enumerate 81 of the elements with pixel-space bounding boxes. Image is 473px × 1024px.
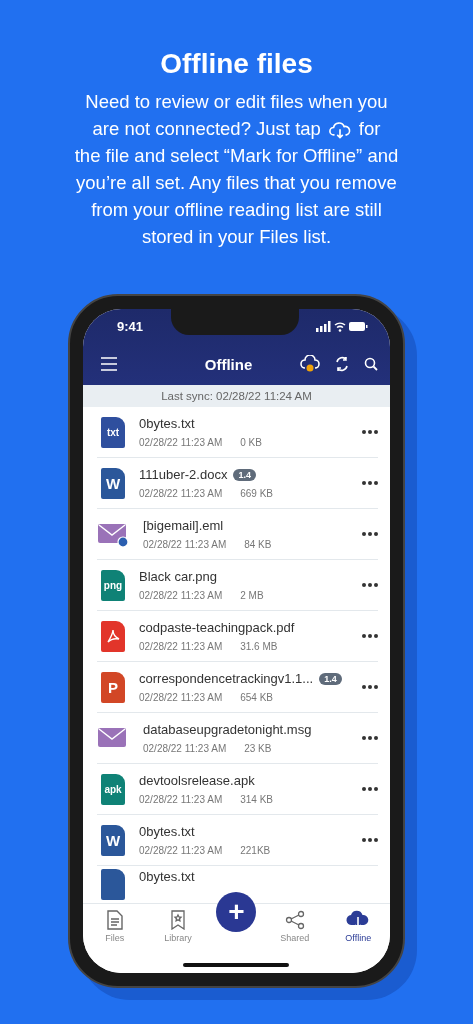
file-row[interactable]: W 0bytes.txt 02/28/22 11:23 AM 221KB (97, 815, 378, 866)
nav-tab[interactable]: Files (89, 910, 140, 950)
description-text: you’re all set. Any files that you remove (76, 172, 397, 193)
more-icon[interactable] (362, 532, 378, 536)
share-icon (284, 910, 305, 930)
more-icon[interactable] (362, 787, 378, 791)
file-name: databaseupgradetonight.msg (143, 722, 312, 737)
file-row[interactable]: txt 0bytes.txt 02/28/22 11:23 AM 0 KB (97, 407, 378, 458)
description-text: from your offline reading list are still (91, 199, 382, 220)
file-size: 84 KB (244, 539, 272, 550)
file-name: 111uber-2.docx (139, 467, 228, 482)
file-date: 02/28/22 11:23 AM (139, 692, 223, 703)
file-name: Black car.png (139, 569, 218, 584)
file-row[interactable]: databaseupgradetonight.msg 02/28/22 11:23 AM 23 KB (97, 713, 378, 764)
document-icon (105, 910, 124, 930)
last-sync-bar: Last sync: 02/28/22 11:24 AM (83, 385, 390, 407)
file-size: 23 KB (244, 743, 272, 754)
version-badge: 1.4 (319, 672, 342, 685)
file-name: codpaste-teachingpack.pdf (139, 620, 295, 635)
word-file-icon (101, 869, 125, 900)
file-date: 02/28/22 11:23 AM (139, 794, 223, 805)
word-file-icon: W (101, 467, 125, 499)
png-file-icon: png (101, 569, 125, 601)
ppt-file-icon: P (101, 671, 125, 703)
sync-icon[interactable] (334, 356, 350, 372)
version-badge: 1.4 (233, 468, 256, 481)
file-row[interactable]: png Black car.png 02/28/22 11:23 AM 2 MB (97, 560, 378, 611)
file-row[interactable]: apk devtoolsrelease.apk 02/28/22 11:23 AM 314 KB (97, 764, 378, 815)
file-date: 02/28/22 11:23 AM (139, 641, 223, 652)
file-date: 02/28/22 11:23 AM (139, 488, 223, 499)
file-name: 0bytes.txt (139, 416, 195, 431)
file-row[interactable]: [bigemail].eml 02/28/22 11:23 AM 84 KB (97, 509, 378, 560)
toolbar-title: Offline (203, 355, 254, 373)
bookmark-star-icon (170, 910, 187, 930)
status-time: 9:41 (117, 318, 144, 334)
nav-tab[interactable]: Shared (269, 910, 320, 950)
file-size: 654 KB (240, 692, 274, 703)
file-row[interactable]: P correspondencetrackingv1.1... 1.4 02/28/22 11:23 AM 654 KB (97, 662, 378, 713)
file-row[interactable]: codpaste-teachingpack.pdf 02/28/22 11:23 AM 31.6 MB (97, 611, 378, 662)
nav-tab[interactable]: Offline (333, 910, 384, 950)
file-size: 2 MB (240, 590, 264, 601)
file-size: 221KB (240, 845, 271, 856)
file-date: 02/28/22 11:23 AM (139, 845, 223, 856)
more-icon[interactable] (362, 685, 378, 689)
file-row[interactable]: W 111uber-2.docx 1.4 02/28/22 11:23 AM 669 KB (97, 458, 378, 509)
more-icon[interactable] (362, 430, 378, 434)
more-icon[interactable] (362, 736, 378, 740)
file-date: 02/28/22 11:23 AM (139, 590, 223, 601)
file-name: 0bytes.txt (139, 869, 195, 884)
txt-file-icon: txt (101, 416, 125, 448)
description-text: stored in your Files list. (141, 226, 332, 247)
file-name: devtoolsrelease.apk (139, 773, 255, 788)
file-date: 02/28/22 11:23 AM (139, 437, 223, 448)
file-size: 669 KB (240, 488, 274, 499)
search-icon[interactable] (364, 357, 378, 371)
file-size: 0 KB (240, 437, 262, 448)
more-icon[interactable] (362, 583, 378, 587)
file-name: [bigemail].eml (143, 518, 224, 533)
nav-tab[interactable]: Library (153, 910, 204, 950)
file-date: 02/28/22 11:23 AM (143, 743, 227, 754)
cloud-badge-icon[interactable] (300, 355, 320, 373)
file-date: 02/28/22 11:23 AM (143, 539, 227, 550)
file-size: 314 KB (240, 794, 274, 805)
more-icon[interactable] (362, 481, 378, 485)
description-text: for (358, 118, 381, 139)
description-text: Need to review or edit files when you (85, 91, 388, 112)
cloud-download-icon (328, 121, 351, 139)
more-icon[interactable] (362, 634, 378, 638)
status-icons (316, 320, 368, 332)
pdf-file-icon (101, 620, 125, 652)
file-name: 0bytes.txt (139, 824, 195, 839)
file-size: 31.6 MB (240, 641, 278, 652)
apk-file-icon: apk (101, 773, 125, 805)
word-file-icon: W (101, 824, 125, 856)
description-text: are not connected? Just tap (92, 118, 321, 139)
file-name: correspondencetrackingv1.1... (139, 671, 314, 686)
add-button[interactable]: + (216, 892, 257, 932)
more-icon[interactable] (362, 838, 378, 842)
menu-icon[interactable] (101, 357, 117, 371)
description-text: the file and select “Mark for Offline” and (74, 145, 399, 166)
heading: Offline files (160, 48, 313, 80)
